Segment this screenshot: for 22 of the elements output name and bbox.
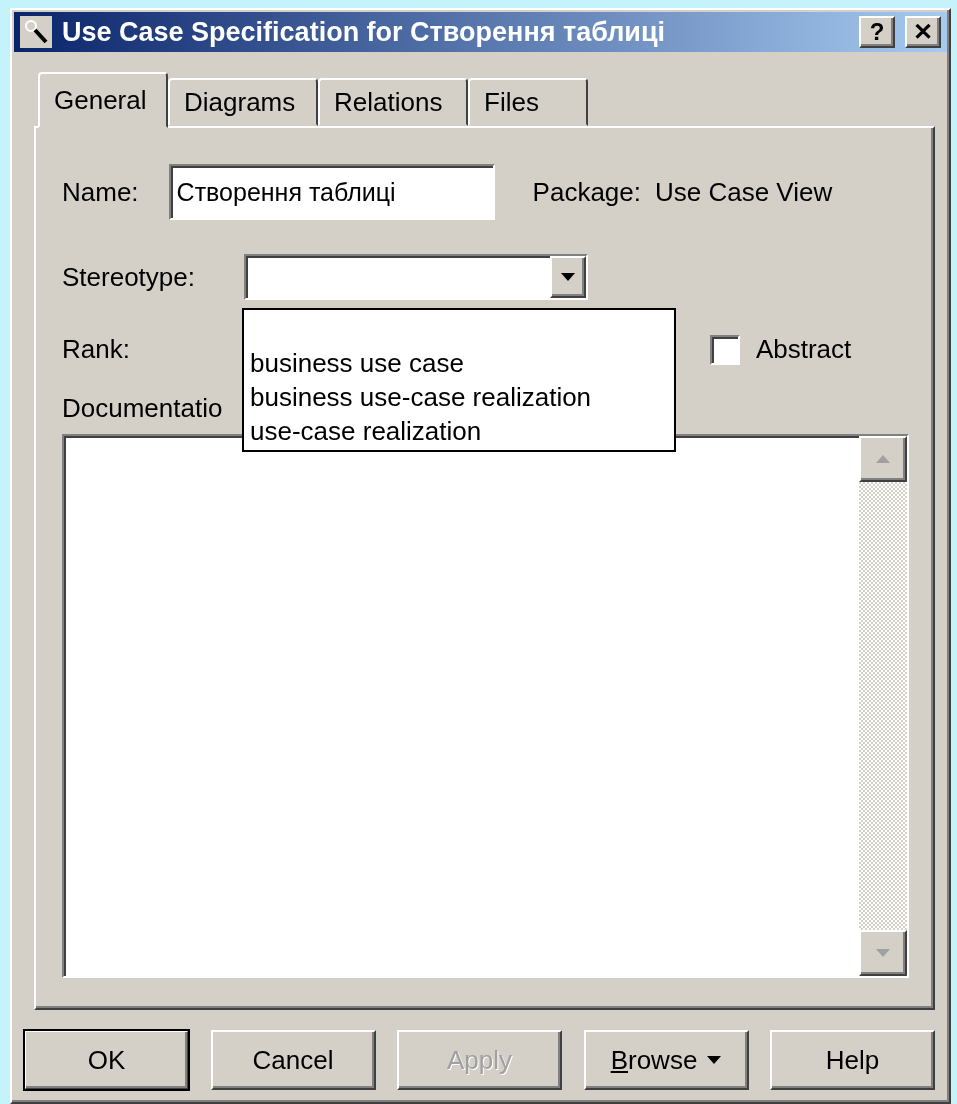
dialog-button[interactable]: OK [24,1030,189,1090]
tab[interactable]: Files [468,78,588,126]
rank-label: Rank: [62,334,130,365]
package-value: Use Case View [655,176,833,208]
tab[interactable]: General [38,72,168,128]
dialog-button[interactable]: Cancel [210,1030,376,1090]
package-label: Package: [532,176,641,208]
name-label: Name: [62,176,139,208]
stereotype-label: Stereotype: [62,261,196,293]
dropdown-option[interactable]: use-case realization [250,414,674,448]
tab[interactable]: Relations [318,78,468,126]
tab[interactable]: Diagrams [168,78,318,126]
name-field[interactable]: Створення таблиці [168,164,495,220]
dialog-button[interactable]: Browse [583,1030,749,1090]
dropdown-option[interactable]: business use-case realization [250,380,674,414]
dropdown-option[interactable]: business use case [250,346,674,380]
dialog-button[interactable]: Help [770,1030,935,1090]
close-button[interactable]: ✕ [905,16,941,48]
abstract-label: Abstract [755,334,852,365]
documentation-label: Documentatio [62,393,223,424]
window-title: Use Case Specification for Створення таблиці [62,16,667,48]
help-button[interactable]: ? [859,16,895,48]
